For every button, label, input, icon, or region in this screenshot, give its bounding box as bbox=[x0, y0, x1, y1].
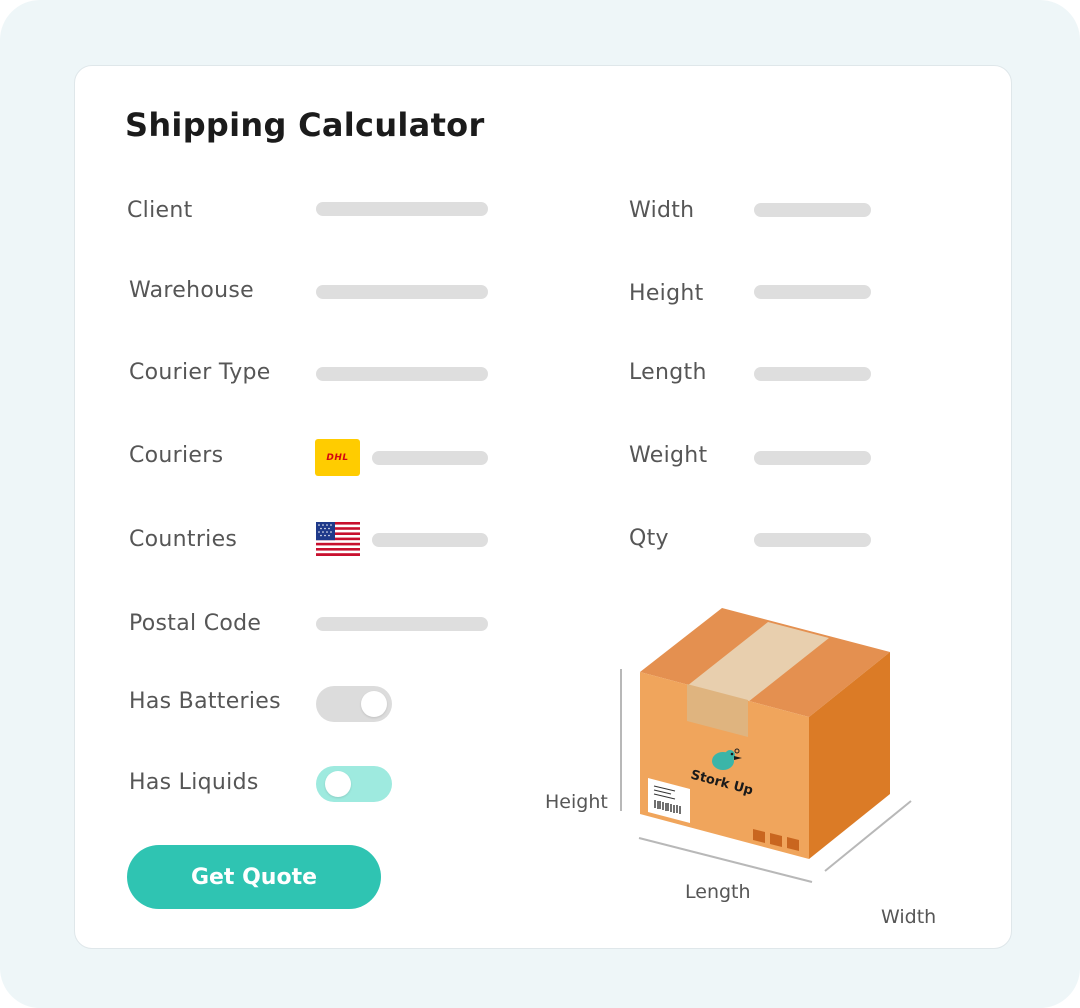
height-input[interactable] bbox=[754, 285, 871, 299]
width-input[interactable] bbox=[754, 203, 871, 217]
weight-input[interactable] bbox=[754, 451, 871, 465]
postal-code-label: Postal Code bbox=[129, 611, 262, 636]
get-quote-button[interactable]: Get Quote bbox=[127, 845, 381, 909]
couriers-label: Couriers bbox=[129, 443, 224, 468]
shipping-calculator-card: Shipping Calculator Client Warehouse Cou… bbox=[74, 65, 1012, 949]
courier-type-label: Courier Type bbox=[129, 360, 271, 385]
dimension-length-label: Length bbox=[685, 881, 751, 903]
has-liquids-toggle[interactable] bbox=[316, 766, 392, 802]
has-liquids-label: Has Liquids bbox=[129, 770, 259, 795]
length-label: Length bbox=[629, 360, 707, 385]
toggle-knob bbox=[361, 691, 387, 717]
warehouse-input[interactable] bbox=[316, 285, 488, 299]
countries-input[interactable] bbox=[372, 533, 488, 547]
dhl-logo-icon: DHL bbox=[315, 439, 360, 476]
has-batteries-label: Has Batteries bbox=[129, 689, 281, 714]
package-box-illustration: Stork Up Height Length Width bbox=[545, 608, 936, 928]
qty-input[interactable] bbox=[754, 533, 871, 547]
page-background: Shipping Calculator Client Warehouse Cou… bbox=[0, 0, 1080, 1008]
dimension-height-label: Height bbox=[545, 791, 608, 813]
client-input[interactable] bbox=[316, 202, 488, 216]
countries-label: Countries bbox=[129, 527, 238, 552]
client-label: Client bbox=[127, 198, 193, 223]
couriers-input[interactable] bbox=[372, 451, 488, 465]
us-flag-icon bbox=[316, 522, 360, 556]
qty-label: Qty bbox=[629, 526, 669, 551]
length-input[interactable] bbox=[754, 367, 871, 381]
has-batteries-toggle[interactable] bbox=[316, 686, 392, 722]
toggle-knob bbox=[325, 771, 351, 797]
postal-code-input[interactable] bbox=[316, 617, 488, 631]
width-label: Width bbox=[629, 198, 695, 223]
weight-label: Weight bbox=[629, 443, 708, 468]
height-label: Height bbox=[629, 281, 704, 306]
warehouse-label: Warehouse bbox=[129, 278, 254, 303]
courier-type-input[interactable] bbox=[316, 367, 488, 381]
dhl-logo-text: DHL bbox=[326, 452, 349, 463]
dimension-width-label: Width bbox=[881, 906, 936, 928]
page-title: Shipping Calculator bbox=[125, 106, 485, 144]
